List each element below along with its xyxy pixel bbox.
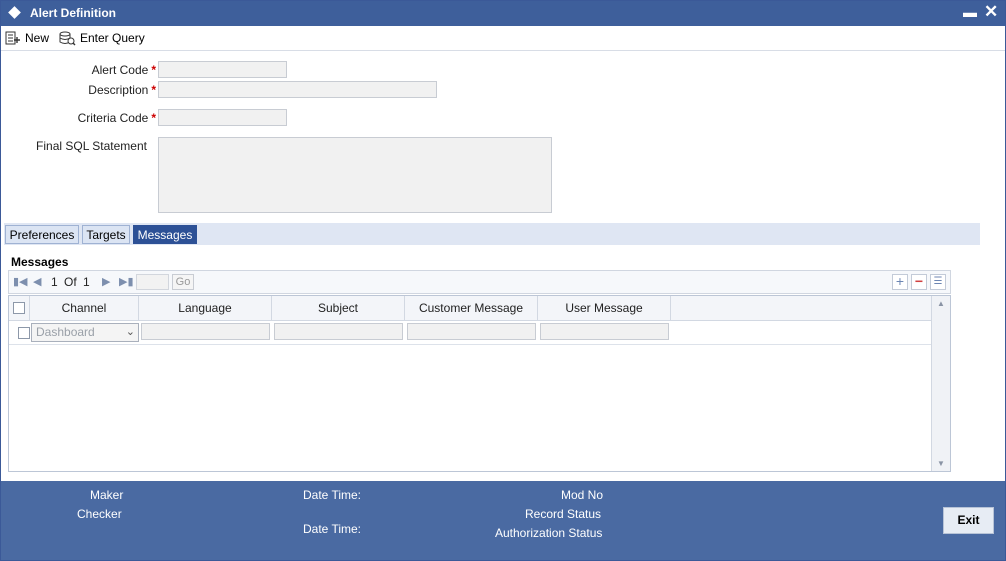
- pagination-bar: ▮◀ ◀ 1 Of 1 ▶ ▶▮ Go + − ☰: [8, 270, 951, 294]
- final-sql-textarea[interactable]: [158, 137, 552, 213]
- chevron-down-icon: ⌄: [125, 326, 135, 338]
- title-bar: Alert Definition ▬ ✕: [1, 1, 1005, 26]
- column-header-subject[interactable]: Subject: [272, 296, 405, 320]
- column-header-user-message[interactable]: User Message: [538, 296, 671, 320]
- user-message-input[interactable]: [540, 323, 669, 340]
- checker-date-time-label: Date Time:: [303, 522, 362, 536]
- page-of-label: Of: [64, 275, 77, 289]
- tab-messages[interactable]: Messages: [133, 225, 197, 244]
- new-button[interactable]: New: [5, 29, 49, 47]
- required-mark: *: [151, 111, 156, 125]
- toolbar: New Enter Query: [1, 26, 1005, 51]
- exit-button[interactable]: Exit: [943, 507, 994, 534]
- total-pages: 1: [83, 275, 90, 289]
- last-page-icon[interactable]: ▶▮: [119, 275, 134, 288]
- record-status-label: Record Status: [525, 507, 602, 521]
- alert-definition-window: Alert Definition ▬ ✕ New Enter Query Ale…: [0, 0, 1006, 561]
- add-row-icon[interactable]: +: [892, 274, 908, 290]
- scroll-down-icon[interactable]: ▼: [937, 459, 945, 468]
- audit-footer: Maker Checker Date Time: Date Time: Mod …: [1, 481, 1005, 560]
- first-page-icon[interactable]: ▮◀: [13, 275, 28, 288]
- tab-strip: Preferences Targets Messages: [4, 223, 980, 245]
- tab-targets[interactable]: Targets: [82, 225, 130, 244]
- alert-code-label-text: Alert Code: [91, 63, 149, 77]
- required-mark: *: [151, 83, 156, 97]
- description-label: Description *: [41, 83, 156, 97]
- language-input[interactable]: [141, 323, 270, 340]
- query-icon: [59, 31, 76, 45]
- customer-message-input[interactable]: [407, 323, 536, 340]
- next-page-icon[interactable]: ▶: [102, 275, 110, 288]
- criteria-code-input[interactable]: [158, 109, 287, 126]
- new-button-label: New: [25, 31, 50, 45]
- close-icon[interactable]: ✕: [984, 2, 998, 22]
- criteria-code-label: Criteria Code *: [41, 111, 156, 125]
- channel-select-value: Dashboard: [36, 325, 95, 339]
- delete-row-icon[interactable]: −: [911, 274, 927, 290]
- scroll-up-icon[interactable]: ▲: [937, 299, 945, 308]
- checker-label: Checker: [77, 507, 122, 521]
- enter-query-button[interactable]: Enter Query: [59, 29, 145, 47]
- row-checkbox[interactable]: [18, 327, 30, 339]
- maker-date-time-label: Date Time:: [303, 488, 362, 502]
- current-page: 1: [51, 275, 58, 289]
- go-button[interactable]: Go: [172, 274, 194, 290]
- final-sql-label: Final SQL Statement: [36, 139, 147, 153]
- criteria-code-label-text: Criteria Code: [77, 111, 149, 125]
- messages-section-title: Messages: [11, 255, 69, 269]
- previous-page-icon[interactable]: ◀: [33, 275, 41, 288]
- window-title: Alert Definition: [30, 6, 116, 20]
- subject-input[interactable]: [274, 323, 403, 340]
- authorization-status-label: Authorization Status: [495, 526, 603, 540]
- app-diamond-icon: [8, 6, 21, 19]
- tab-preferences[interactable]: Preferences: [5, 225, 79, 244]
- channel-select[interactable]: Dashboard ⌄: [31, 323, 139, 342]
- messages-grid: Channel Language Subject Customer Messag…: [8, 295, 951, 472]
- select-all-cell: [9, 296, 30, 320]
- page-number-input[interactable]: [136, 274, 169, 290]
- column-header-language[interactable]: Language: [139, 296, 272, 320]
- maker-label: Maker: [90, 488, 124, 502]
- description-label-text: Description: [88, 83, 149, 97]
- description-input[interactable]: [158, 81, 437, 98]
- select-all-checkbox[interactable]: [13, 302, 25, 314]
- required-mark: *: [151, 63, 156, 77]
- column-header-channel[interactable]: Channel: [30, 296, 139, 320]
- mod-no-label: Mod No: [561, 488, 604, 502]
- alert-code-label: Alert Code *: [41, 63, 156, 77]
- minimize-icon[interactable]: ▬: [963, 4, 977, 20]
- alert-code-input[interactable]: [158, 61, 287, 78]
- enter-query-label: Enter Query: [80, 31, 145, 45]
- view-rows-icon[interactable]: ☰: [930, 274, 946, 290]
- table-row: Dashboard ⌄: [9, 321, 931, 345]
- column-header-customer-message[interactable]: Customer Message: [405, 296, 538, 320]
- grid-header: Channel Language Subject Customer Messag…: [9, 296, 931, 321]
- new-record-icon: [5, 31, 20, 45]
- vertical-scrollbar[interactable]: ▲ ▼: [931, 296, 950, 471]
